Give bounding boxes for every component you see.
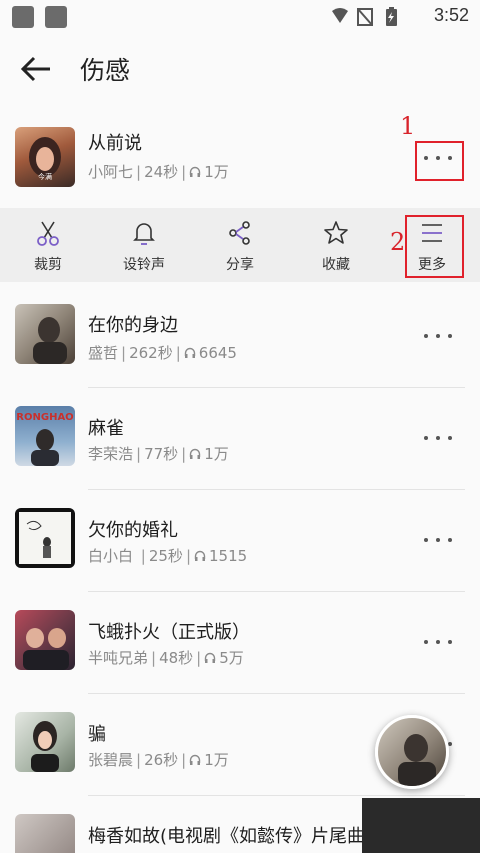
artist-name: 白小白 (88, 547, 138, 565)
scissors-icon (37, 221, 59, 246)
song-title: 飞蛾扑火（正式版） (88, 622, 250, 643)
action-ringtone-button[interactable]: 设铃声 (96, 208, 192, 282)
headphones-icon (184, 347, 195, 358)
duration: 48秒 (159, 649, 194, 667)
album-cover (15, 712, 75, 772)
album-cover: 今满 (15, 127, 75, 187)
annotation-box (415, 141, 464, 181)
annotation-number: 1 (400, 112, 416, 140)
headphones-icon (190, 754, 201, 765)
more-options-button[interactable] (424, 434, 452, 442)
play-count: 1万 (204, 163, 229, 181)
album-cover (15, 814, 75, 853)
more-options-button[interactable] (424, 332, 452, 340)
song-meta: 白小白 | 25秒 | 1515 (88, 547, 248, 565)
annotation-box (405, 215, 464, 278)
action-label: 收藏 (322, 257, 350, 273)
headphones-icon (190, 448, 201, 459)
action-label: 分享 (226, 257, 254, 273)
now-playing-button[interactable] (375, 715, 449, 789)
app-bar: 伤感 (0, 34, 480, 106)
more-options-button[interactable] (424, 536, 452, 544)
song-row[interactable]: RONGHAO 麻雀 李荣浩 | 77秒 | 1万 (0, 388, 480, 488)
song-row[interactable]: 欠你的婚礼 白小白 | 25秒 | 1515 (0, 490, 480, 590)
song-title: 骗 (88, 724, 106, 745)
album-cover (15, 610, 75, 670)
action-crop-button[interactable]: 裁剪 (0, 208, 96, 282)
play-count: 5万 (219, 649, 244, 667)
artist-name: 张碧晨 (88, 751, 134, 769)
signal-battery-icons (332, 7, 397, 26)
back-arrow-icon[interactable] (18, 54, 54, 84)
play-count: 1515 (209, 547, 248, 565)
action-label: 设铃声 (123, 257, 165, 273)
headphones-icon (205, 652, 216, 663)
song-meta: 小阿七 | 24秒 | 1万 (88, 163, 229, 181)
duration: 262秒 (129, 344, 173, 362)
notification-icon (12, 6, 34, 28)
clock: 3:52 (433, 5, 469, 25)
share-icon (229, 221, 250, 245)
artist-name: 半吨兄弟 (88, 649, 149, 667)
annotation-number: 2 (390, 228, 406, 256)
more-options-button[interactable] (424, 638, 452, 646)
play-count: 1万 (204, 445, 229, 463)
bell-icon (133, 223, 155, 245)
song-title: 在你的身边 (88, 315, 178, 336)
play-count: 1万 (204, 751, 229, 769)
song-meta: 半吨兄弟 | 48秒 | 5万 (88, 649, 244, 667)
song-meta: 张碧晨 | 26秒 | 1万 (88, 751, 229, 769)
duration: 25秒 (148, 547, 183, 565)
song-title: 欠你的婚礼 (88, 520, 178, 541)
song-row[interactable]: 飞蛾扑火（正式版） 半吨兄弟 | 48秒 | 5万 (0, 592, 480, 692)
album-cover: RONGHAO (15, 406, 75, 466)
headphones-icon (194, 550, 206, 561)
artist-name: 李荣浩 (88, 445, 134, 463)
cover-text: RONGHAO (16, 412, 73, 423)
duration: 26秒 (144, 751, 179, 769)
cover-text: 今满 (38, 172, 52, 181)
song-title: 梅香如故(电视剧《如懿传》片尾曲) (88, 826, 373, 847)
duration: 77秒 (144, 445, 179, 463)
page-title: 伤感 (80, 56, 131, 85)
artist-name: 小阿七 (88, 163, 134, 181)
headphones-icon (190, 166, 201, 177)
action-label: 裁剪 (34, 257, 62, 273)
overlay-block (362, 798, 480, 853)
status-bar: 3:52 (0, 0, 480, 34)
album-cover (15, 508, 75, 568)
action-share-button[interactable]: 分享 (192, 208, 288, 282)
duration: 24秒 (144, 163, 179, 181)
action-favorite-button[interactable]: 收藏 (288, 208, 384, 282)
song-meta: 盛哲 | 262秒 | 6645 (88, 344, 237, 362)
star-icon (324, 221, 348, 244)
play-count: 6645 (198, 344, 237, 362)
song-title: 麻雀 (88, 418, 124, 439)
song-title: 从前说 (88, 133, 142, 154)
song-row[interactable]: 在你的身边 盛哲 | 262秒 | 6645 (0, 287, 480, 387)
song-meta: 李荣浩 | 77秒 | 1万 (88, 445, 229, 463)
notification-icon (45, 6, 67, 28)
artist-name: 盛哲 (88, 344, 119, 362)
album-cover (15, 304, 75, 364)
